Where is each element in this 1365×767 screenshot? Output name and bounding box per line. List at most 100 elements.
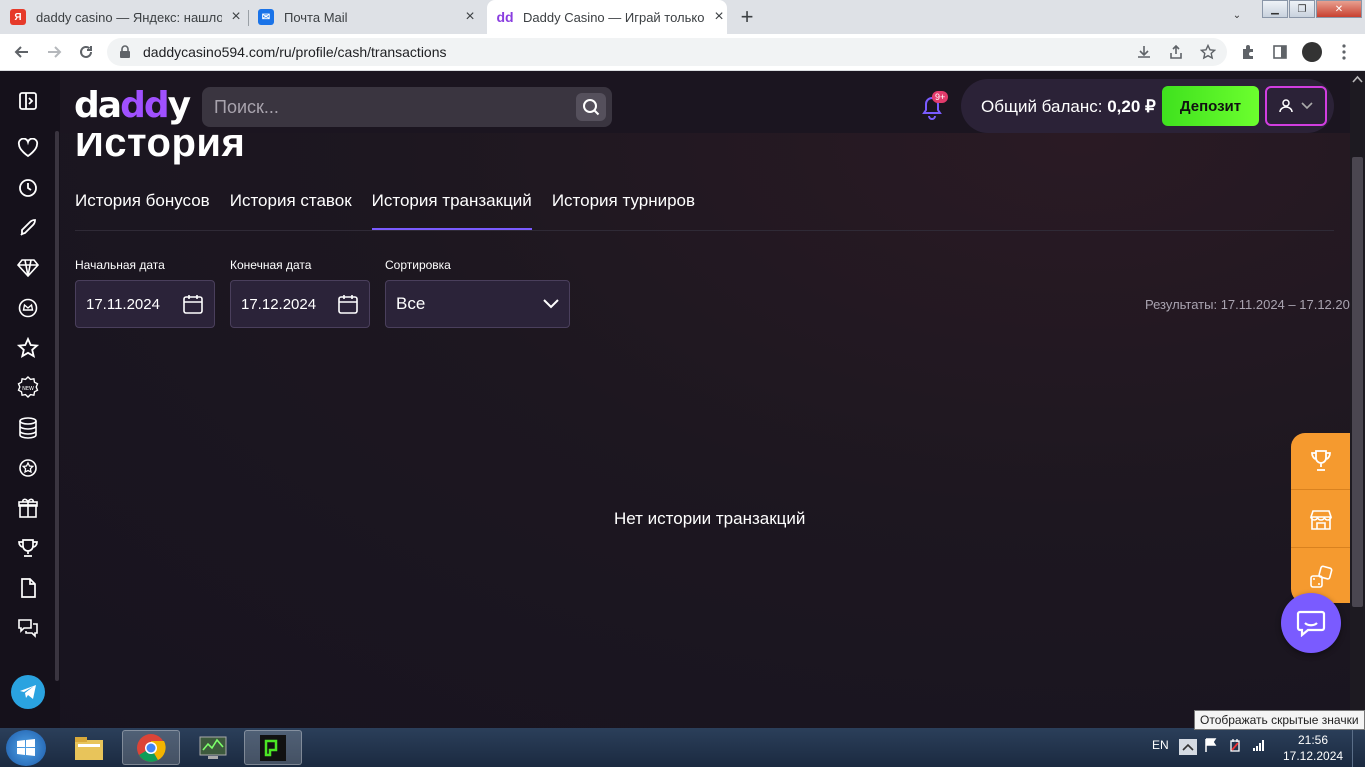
crown-icon[interactable] bbox=[15, 295, 41, 321]
side-panel-icon[interactable] bbox=[1270, 42, 1290, 62]
close-tab-icon[interactable]: × bbox=[462, 8, 478, 25]
close-window-icon[interactable]: ✕ bbox=[1316, 0, 1362, 18]
svg-text:NEW: NEW bbox=[22, 386, 34, 392]
start-date-field[interactable]: 17.11.2024 bbox=[75, 280, 215, 328]
tab-tournament-history[interactable]: История турниров bbox=[552, 191, 695, 231]
action-center-flag-icon[interactable] bbox=[1204, 738, 1218, 752]
balance-value: 0,20 ₽ bbox=[1107, 97, 1156, 116]
task-manager-taskbar-icon[interactable] bbox=[184, 730, 242, 765]
url-text: daddycasino594.com/ru/profile/cash/trans… bbox=[143, 44, 447, 60]
recent-history-icon[interactable] bbox=[15, 175, 41, 201]
start-date-value: 17.11.2024 bbox=[86, 295, 160, 313]
scroll-up-icon[interactable] bbox=[1350, 73, 1365, 85]
search-icon bbox=[583, 99, 600, 116]
menu-dots-icon[interactable] bbox=[1334, 42, 1354, 62]
notification-badge: 9+ bbox=[932, 91, 949, 103]
tab-title: Почта Mail bbox=[284, 9, 348, 25]
chevron-down-icon bbox=[1301, 102, 1313, 110]
tab-transaction-history[interactable]: История транзакций bbox=[371, 191, 532, 231]
show-hidden-icons-icon[interactable] bbox=[1179, 739, 1197, 755]
browser-tab-mail[interactable]: ✉ Почта Mail × bbox=[258, 0, 478, 34]
yandex-icon: Я bbox=[10, 9, 26, 25]
chrome-taskbar-icon[interactable] bbox=[122, 730, 180, 765]
forward-icon[interactable] bbox=[44, 42, 64, 62]
minimize-icon[interactable]: ▁ bbox=[1262, 0, 1288, 18]
empty-state-message: Нет истории транзакций bbox=[614, 509, 806, 528]
logo-text: y bbox=[167, 85, 192, 126]
live-chat-button[interactable] bbox=[1281, 593, 1341, 653]
tab-title: Daddy Casino — Играй только в bbox=[523, 9, 705, 25]
daddy-logo[interactable]: daddy bbox=[74, 85, 192, 126]
reload-icon[interactable] bbox=[76, 42, 96, 62]
balance-panel: Общий баланс: 0,20 ₽ Депозит bbox=[961, 79, 1334, 133]
calendar-icon bbox=[338, 295, 358, 314]
chevron-down-icon bbox=[543, 299, 559, 309]
download-icon[interactable] bbox=[1134, 42, 1154, 62]
tray-tooltip: Отображать скрытые значки bbox=[1194, 710, 1365, 730]
deposit-button[interactable]: Депозит bbox=[1162, 86, 1259, 126]
sidebar: NEW bbox=[0, 71, 60, 728]
app-taskbar-icon[interactable] bbox=[244, 730, 302, 765]
browser-tab-yandex[interactable]: Я daddy casino — Яндекс: нашлось × bbox=[10, 0, 244, 34]
power-icon[interactable] bbox=[1228, 738, 1242, 752]
bookmark-star-icon[interactable] bbox=[1198, 42, 1218, 62]
history-tabs: История бонусов История ставок История т… bbox=[75, 191, 695, 231]
medal-icon[interactable] bbox=[15, 455, 41, 481]
diamond-icon[interactable] bbox=[15, 255, 41, 281]
panel-divider bbox=[1291, 489, 1350, 490]
url-box[interactable]: daddycasino594.com/ru/profile/cash/trans… bbox=[107, 38, 1227, 66]
database-icon[interactable] bbox=[15, 415, 41, 441]
clock-date: 17.12.2024 bbox=[1283, 749, 1344, 763]
logo-text: da bbox=[74, 85, 122, 126]
language-indicator[interactable]: EN bbox=[1152, 738, 1169, 752]
close-tab-icon[interactable]: × bbox=[711, 8, 727, 25]
new-badge-icon[interactable]: NEW bbox=[15, 375, 41, 401]
explorer-taskbar-icon[interactable] bbox=[60, 730, 118, 765]
sidebar-scrollbar[interactable] bbox=[55, 131, 59, 681]
chat-icon[interactable] bbox=[15, 615, 41, 641]
tab-bonus-history[interactable]: История бонусов bbox=[75, 191, 210, 231]
extensions-icon[interactable] bbox=[1238, 42, 1258, 62]
windows-start-button[interactable] bbox=[6, 730, 46, 766]
rocket-icon[interactable] bbox=[15, 215, 41, 241]
share-icon[interactable] bbox=[1166, 42, 1186, 62]
system-clock[interactable]: 21:56 17.12.2024 bbox=[1283, 732, 1343, 764]
daddy-favicon-icon: dd bbox=[496, 9, 514, 25]
sort-select[interactable]: Все bbox=[385, 280, 570, 328]
trophy-icon[interactable] bbox=[15, 535, 41, 561]
telegram-icon[interactable] bbox=[11, 675, 45, 709]
back-icon[interactable] bbox=[12, 42, 32, 62]
start-date-label: Начальная дата bbox=[75, 258, 165, 272]
sort-label: Сортировка bbox=[385, 258, 451, 272]
profile-menu-button[interactable] bbox=[1265, 86, 1327, 126]
network-signal-icon[interactable] bbox=[1252, 738, 1266, 752]
tournament-trophy-icon[interactable] bbox=[1307, 447, 1335, 475]
tab-bet-history[interactable]: История ставок bbox=[230, 191, 352, 231]
search-button[interactable] bbox=[576, 93, 606, 121]
tabs-divider bbox=[75, 230, 1334, 231]
end-date-field[interactable]: 17.12.2024 bbox=[230, 280, 370, 328]
close-tab-icon[interactable]: × bbox=[228, 8, 244, 25]
star-icon[interactable] bbox=[15, 335, 41, 361]
document-icon[interactable] bbox=[15, 575, 41, 601]
lock-icon bbox=[119, 45, 131, 59]
floating-side-panel bbox=[1291, 433, 1350, 603]
shop-icon[interactable] bbox=[1307, 506, 1335, 534]
logo-text: dd bbox=[120, 85, 170, 126]
heart-icon[interactable] bbox=[15, 135, 41, 161]
collapse-sidebar-icon[interactable] bbox=[15, 88, 41, 114]
dice-icon[interactable] bbox=[1307, 563, 1335, 591]
tab-search-chevron-icon[interactable]: ⌄ bbox=[1226, 4, 1248, 26]
show-desktop-button[interactable] bbox=[1352, 728, 1365, 767]
new-tab-icon[interactable]: + bbox=[734, 4, 760, 30]
page-scrollbar-thumb[interactable] bbox=[1352, 157, 1363, 607]
search-bar bbox=[202, 87, 612, 127]
profile-avatar[interactable] bbox=[1302, 42, 1322, 62]
restore-icon[interactable]: ❐ bbox=[1289, 0, 1315, 18]
browser-tab-daddy[interactable]: dd Daddy Casino — Играй только в × bbox=[487, 0, 727, 34]
tab-separator bbox=[248, 10, 249, 26]
chat-bubble-icon bbox=[1296, 610, 1326, 637]
tab-title: daddy casino — Яндекс: нашлось bbox=[36, 9, 222, 25]
search-input[interactable] bbox=[214, 96, 554, 118]
gift-icon[interactable] bbox=[15, 495, 41, 521]
